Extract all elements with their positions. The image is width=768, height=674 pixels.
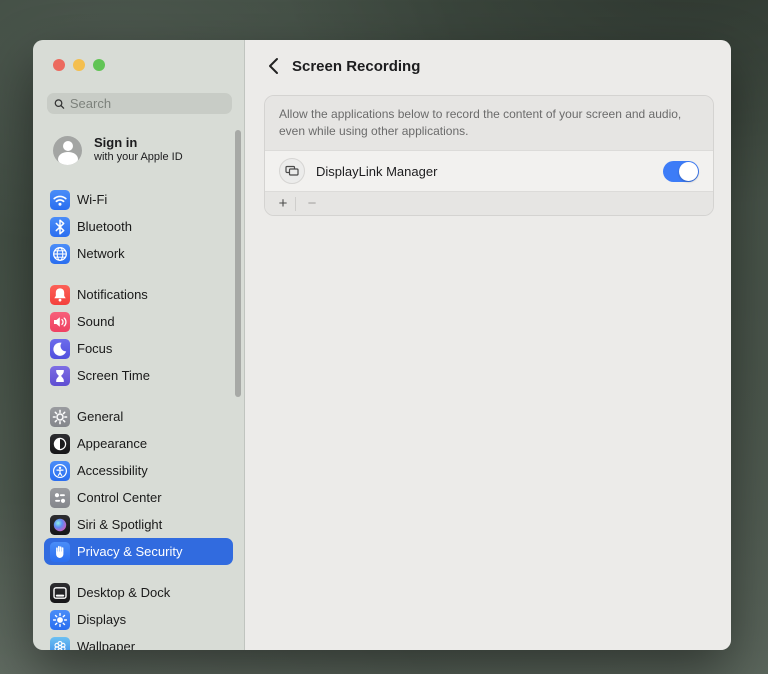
zoom-window-button[interactable] xyxy=(93,59,105,71)
system-settings-window: Sign in with your Apple ID Wi-Fi Bluetoo… xyxy=(33,40,731,650)
apple-id-signin[interactable]: Sign in with your Apple ID xyxy=(53,135,183,165)
signin-title: Sign in xyxy=(94,135,183,151)
screen-recording-group: Allow the applications below to record t… xyxy=(264,95,714,216)
speaker-icon xyxy=(50,312,70,332)
sidebar-item-label: Wallpaper xyxy=(77,639,135,650)
dual-displays-glyph xyxy=(284,163,300,179)
sidebar-item-desktop-dock[interactable]: Desktop & Dock xyxy=(44,579,233,606)
window-controls xyxy=(53,59,105,71)
sidebar-item-wallpaper[interactable]: Wallpaper xyxy=(44,633,233,650)
app-row-displaylink-manager: DisplayLink Manager xyxy=(265,150,713,192)
list-footer: + − xyxy=(265,192,713,215)
dock-icon xyxy=(50,583,70,603)
search-field[interactable] xyxy=(47,93,232,114)
panel-header: Screen Recording xyxy=(245,54,731,78)
sun-icon xyxy=(50,610,70,630)
signin-subtitle: with your Apple ID xyxy=(94,151,183,165)
sidebar-item-label: General xyxy=(77,409,123,424)
displaylink-app-icon xyxy=(279,158,305,184)
sidebar-item-wifi[interactable]: Wi-Fi xyxy=(44,186,233,213)
sidebar-item-notifications[interactable]: Notifications xyxy=(44,281,233,308)
sidebar-scrollbar[interactable] xyxy=(235,130,241,397)
flower-icon xyxy=(50,637,70,651)
sidebar-item-label: Bluetooth xyxy=(77,219,132,234)
sidebar-item-screen-time[interactable]: Screen Time xyxy=(44,362,233,389)
remove-app-button[interactable]: − xyxy=(302,195,322,212)
description-section: Allow the applications below to record t… xyxy=(265,96,713,150)
sidebar-item-control-center[interactable]: Control Center xyxy=(44,484,233,511)
sidebar: Sign in with your Apple ID Wi-Fi Bluetoo… xyxy=(33,40,245,650)
hand-icon xyxy=(50,542,70,562)
sidebar-item-label: Wi-Fi xyxy=(77,192,107,207)
page-title: Screen Recording xyxy=(292,58,420,75)
avatar xyxy=(53,136,82,165)
siri-icon xyxy=(50,515,70,535)
toggle-knob xyxy=(679,162,698,181)
wifi-icon xyxy=(50,190,70,210)
sidebar-nav: Wi-Fi Bluetooth Network Notifications xyxy=(33,186,244,650)
sidebar-item-bluetooth[interactable]: Bluetooth xyxy=(44,213,233,240)
main-panel: Screen Recording Allow the applications … xyxy=(245,40,731,650)
sidebar-item-label: Control Center xyxy=(77,490,162,505)
chevron-left-icon xyxy=(268,57,279,75)
add-app-button[interactable]: + xyxy=(273,195,293,212)
sidebar-item-network[interactable]: Network xyxy=(44,240,233,267)
sidebar-item-sound[interactable]: Sound xyxy=(44,308,233,335)
sidebar-item-displays[interactable]: Displays xyxy=(44,606,233,633)
sidebar-item-label: Displays xyxy=(77,612,126,627)
sidebar-item-label: Network xyxy=(77,246,125,261)
sidebar-item-label: Appearance xyxy=(77,436,147,451)
sidebar-item-label: Sound xyxy=(77,314,115,329)
back-button[interactable] xyxy=(263,56,283,76)
minimize-window-button[interactable] xyxy=(73,59,85,71)
search-icon xyxy=(54,98,65,110)
sidebar-item-appearance[interactable]: Appearance xyxy=(44,430,233,457)
sidebar-item-label: Screen Time xyxy=(77,368,150,383)
sidebar-item-label: Siri & Spotlight xyxy=(77,517,162,532)
bluetooth-icon xyxy=(50,217,70,237)
gear-icon xyxy=(50,407,70,427)
app-name: DisplayLink Manager xyxy=(316,164,652,179)
sidebar-item-label: Privacy & Security xyxy=(77,544,182,559)
sidebar-item-label: Focus xyxy=(77,341,112,356)
sidebar-item-privacy-security[interactable]: Privacy & Security xyxy=(44,538,233,565)
search-input[interactable] xyxy=(70,96,225,111)
moon-icon xyxy=(50,339,70,359)
close-window-button[interactable] xyxy=(53,59,65,71)
displaylink-manager-toggle[interactable] xyxy=(663,161,699,182)
sidebar-item-focus[interactable]: Focus xyxy=(44,335,233,362)
bell-icon xyxy=(50,285,70,305)
accessibility-icon xyxy=(50,461,70,481)
appearance-icon xyxy=(50,434,70,454)
sidebar-item-siri-spotlight[interactable]: Siri & Spotlight xyxy=(44,511,233,538)
desktop: { "window": { "app": "System Settings" }… xyxy=(0,0,768,674)
control-center-icon xyxy=(50,488,70,508)
sidebar-item-accessibility[interactable]: Accessibility xyxy=(44,457,233,484)
sidebar-item-label: Notifications xyxy=(77,287,148,302)
description-text: Allow the applications below to record t… xyxy=(279,106,699,139)
hourglass-icon xyxy=(50,366,70,386)
sidebar-item-label: Accessibility xyxy=(77,463,148,478)
sidebar-item-general[interactable]: General xyxy=(44,403,233,430)
sidebar-item-label: Desktop & Dock xyxy=(77,585,170,600)
globe-icon xyxy=(50,244,70,264)
footer-divider xyxy=(295,197,296,211)
